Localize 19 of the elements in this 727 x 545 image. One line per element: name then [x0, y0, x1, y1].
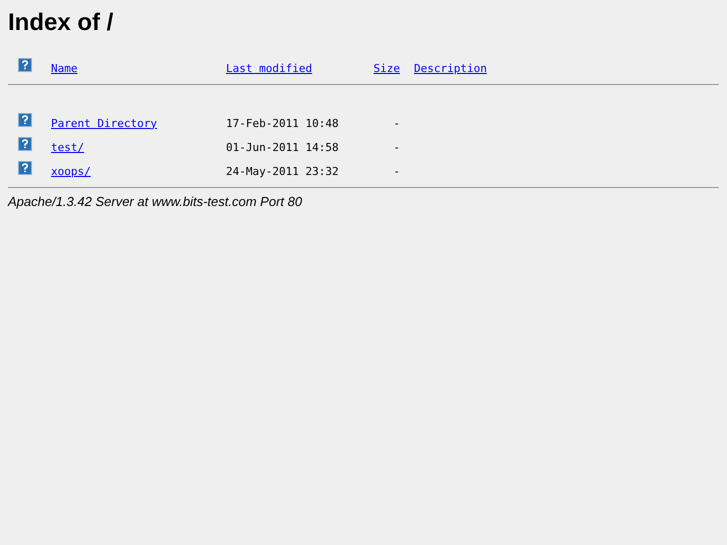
unknown-file-icon	[18, 58, 32, 72]
column-header-link[interactable]: Description	[414, 62, 487, 74]
column-header-link[interactable]: Size	[374, 62, 400, 74]
file-size: -	[393, 140, 400, 154]
modified-date: 01-Jun-2011 14:58	[226, 140, 339, 154]
unknown-file-icon	[18, 113, 32, 127]
column-header-link[interactable]: Last modified	[226, 62, 312, 74]
file-link[interactable]: Parent Directory	[51, 116, 157, 130]
server-signature: Apache/1.3.42 Server at www.bits-test.com Port 80	[8, 194, 304, 209]
file-link[interactable]: test/	[51, 140, 84, 154]
modified-date: 17-Feb-2011 10:48	[226, 116, 339, 130]
unknown-file-icon	[18, 137, 32, 151]
column-header-link[interactable]: Name	[51, 62, 78, 74]
modified-date: 24-May-2011 23:32	[226, 164, 339, 178]
unknown-file-icon	[18, 161, 32, 175]
file-link[interactable]: xoops/	[51, 164, 91, 178]
file-size: -	[393, 116, 400, 130]
file-size: -	[393, 164, 400, 178]
page-title: Index of /	[8, 8, 114, 38]
